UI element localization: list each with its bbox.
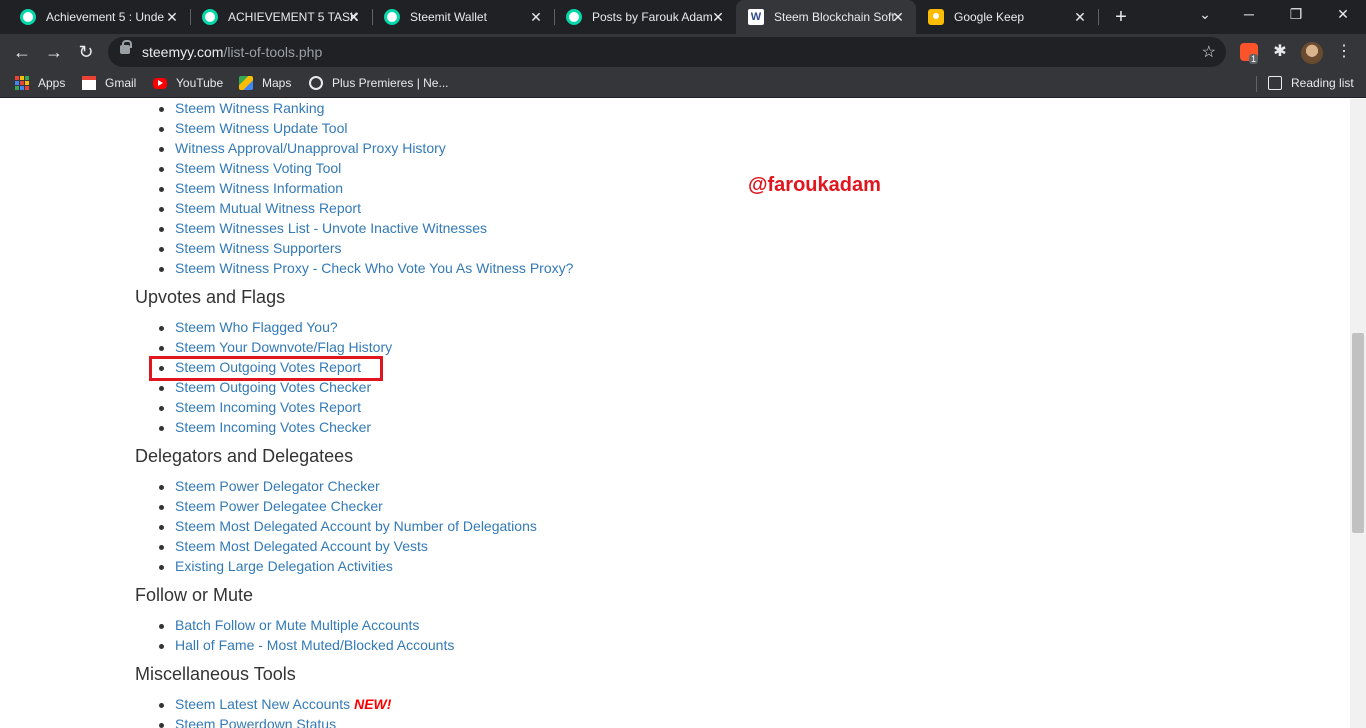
tool-link[interactable]: Witness Approval/Unapproval Proxy Histor… [159, 140, 446, 156]
close-icon[interactable]: ✕ [710, 9, 726, 25]
tool-link[interactable]: Steem Witness Voting Tool [158, 160, 341, 176]
steemit-icon [20, 9, 36, 25]
profile-avatar[interactable] [1301, 42, 1323, 64]
tool-link[interactable]: Batch Follow or Mute Multiple Accounts [158, 617, 419, 633]
youtube-icon [153, 77, 167, 89]
reload-icon[interactable]: ↻ [74, 40, 98, 64]
bookmark-maps[interactable]: Maps [239, 76, 291, 90]
bookmark-label: Gmail [105, 76, 137, 90]
tool-link[interactable]: Steem Incoming Votes Report [159, 399, 361, 415]
highlight-box [149, 356, 383, 381]
tool-link[interactable]: Steem Who Flagged You? [159, 319, 338, 335]
lock-icon[interactable] [120, 40, 132, 54]
tool-link[interactable]: Existing Large Delegation Activities [159, 558, 393, 574]
bookmark-plus-premieres[interactable]: Plus Premieres | Ne... [309, 76, 448, 90]
reading-list-label: Reading list [1291, 76, 1354, 90]
bookmark-gmail[interactable]: Gmail [82, 76, 136, 90]
gmail-icon [82, 76, 96, 90]
address-bar[interactable]: steemyy.com/list-of-tools.php ☆ [108, 37, 1226, 67]
tab-posts-by-farouk-adam[interactable]: Posts by Farouk Adam ✕ [554, 0, 736, 34]
bookmark-apps[interactable]: Apps [15, 76, 65, 90]
tool-link[interactable]: Steem Witness Update Tool [159, 120, 348, 136]
tab-title: Steemit Wallet [410, 10, 487, 24]
browser-toolbar: ← → ↻ steemyy.com/list-of-tools.php ☆ 1 … [0, 34, 1366, 70]
chevron-down-icon[interactable]: ⌄ [1195, 6, 1215, 23]
minimize-icon[interactable]: ─ [1239, 6, 1259, 22]
url-path: /list-of-tools.php [223, 44, 323, 60]
tool-link-label[interactable]: Steem Latest New Accounts [175, 696, 350, 712]
tool-link[interactable]: Steem Power Delegator Checker [159, 478, 380, 494]
tab-title: Achievement 5 : Unde [46, 10, 165, 24]
section-heading-misc: Miscellaneous Tools [135, 664, 296, 684]
tab-achievement-5-task[interactable]: ACHIEVEMENT 5 TASK ✕ [190, 0, 372, 34]
globe-icon [309, 76, 323, 90]
tool-link[interactable]: Steem Your Downvote/Flag History [158, 339, 392, 355]
url-text[interactable]: steemyy.com/list-of-tools.php [142, 44, 322, 60]
bookmarks-separator [1256, 76, 1257, 92]
section-heading-follow: Follow or Mute [135, 585, 254, 605]
section-heading-upvotes: Upvotes and Flags [135, 287, 286, 307]
steemit-icon [202, 9, 218, 25]
tool-link[interactable]: Steem Witness Information [158, 180, 343, 196]
extensions-puzzle-icon[interactable]: ✱ [1271, 43, 1289, 61]
tab-steem-blockchain-soft[interactable]: W Steem Blockchain Soft ✕ [736, 0, 916, 34]
close-icon[interactable]: ✕ [1072, 9, 1088, 25]
bookmark-star-icon[interactable]: ☆ [1202, 42, 1216, 62]
tab-title: Posts by Farouk Adam [592, 10, 713, 24]
back-icon[interactable]: ← [10, 40, 34, 64]
bookmark-label: Maps [262, 76, 292, 90]
restore-icon[interactable]: ❐ [1286, 6, 1306, 23]
new-badge: NEW! [354, 696, 392, 712]
tool-link[interactable]: Steem Incoming Votes Checker [158, 419, 371, 435]
close-icon[interactable]: ✕ [164, 9, 180, 25]
bookmark-label: Plus Premieres | Ne... [332, 76, 449, 90]
author-watermark: @faroukadam [748, 174, 881, 196]
maps-icon [239, 76, 253, 90]
url-host: steemyy.com [142, 44, 224, 60]
tool-link-new-accounts[interactable]: Steem Latest New Accounts NEW! [158, 696, 392, 712]
tab-google-keep[interactable]: Google Keep ✕ [916, 0, 1098, 34]
tool-link[interactable]: Steem Outgoing Votes Checker [158, 379, 371, 395]
page-content: Steem Witness Ranking Steem Witness Upda… [0, 99, 1350, 728]
steemit-icon [384, 9, 400, 25]
bookmark-youtube[interactable]: YouTube [153, 76, 223, 90]
bookmarks-bar: Apps Gmail YouTube Maps Plus Premieres |… [0, 70, 1366, 98]
tab-title: ACHIEVEMENT 5 TASK [228, 10, 358, 24]
scrollbar-thumb[interactable] [1352, 333, 1364, 533]
tool-link[interactable]: Steem Witness Proxy - Check Who Vote You… [158, 260, 573, 276]
keep-icon [928, 9, 944, 25]
close-icon[interactable]: ✕ [528, 9, 544, 25]
tab-achievement-5-unde[interactable]: Achievement 5 : Unde ✕ [8, 0, 190, 34]
tab-steemit-wallet[interactable]: Steemit Wallet ✕ [372, 0, 554, 34]
reading-list-icon [1268, 76, 1282, 90]
reading-list-button[interactable]: Reading list [1268, 76, 1354, 90]
tool-link[interactable]: Hall of Fame - Most Muted/Blocked Accoun… [158, 637, 454, 653]
section-heading-delegators: Delegators and Delegatees [135, 446, 354, 466]
tab-title: Steem Blockchain Soft [774, 10, 895, 24]
bookmark-label: YouTube [176, 76, 224, 90]
tool-link[interactable]: Steem Most Delegated Account by Number o… [159, 518, 537, 534]
bookmark-label: Apps [38, 76, 66, 90]
tool-link[interactable]: Steem Powerdown Status [158, 716, 336, 728]
tool-link[interactable]: Steem Mutual Witness Report [159, 200, 361, 216]
steemyy-icon: W [748, 9, 764, 25]
tool-link[interactable]: Steem Witness Supporters [159, 240, 342, 256]
steemit-icon [566, 9, 582, 25]
tab-separator [1098, 9, 1099, 25]
tab-title: Google Keep [954, 10, 1025, 24]
forward-icon[interactable]: → [42, 40, 66, 64]
tab-strip: Achievement 5 : Unde ✕ ACHIEVEMENT 5 TAS… [0, 0, 1366, 34]
extension-badge: 1 [1249, 54, 1259, 64]
apps-grid-icon [15, 76, 29, 90]
tool-link[interactable]: Steem Power Delegatee Checker [159, 498, 383, 514]
window-close-icon[interactable]: ✕ [1333, 6, 1353, 23]
tool-link[interactable]: Steem Witness Ranking [158, 100, 324, 116]
new-tab-button[interactable]: + [1110, 6, 1132, 28]
close-icon[interactable]: ✕ [890, 9, 906, 25]
menu-dots-icon[interactable]: ⋮ [1336, 41, 1352, 61]
tool-link[interactable]: Steem Witnesses List - Unvote Inactive W… [159, 220, 487, 236]
tool-link[interactable]: Steem Most Delegated Account by Vests [159, 538, 428, 554]
close-icon[interactable]: ✕ [346, 9, 362, 25]
